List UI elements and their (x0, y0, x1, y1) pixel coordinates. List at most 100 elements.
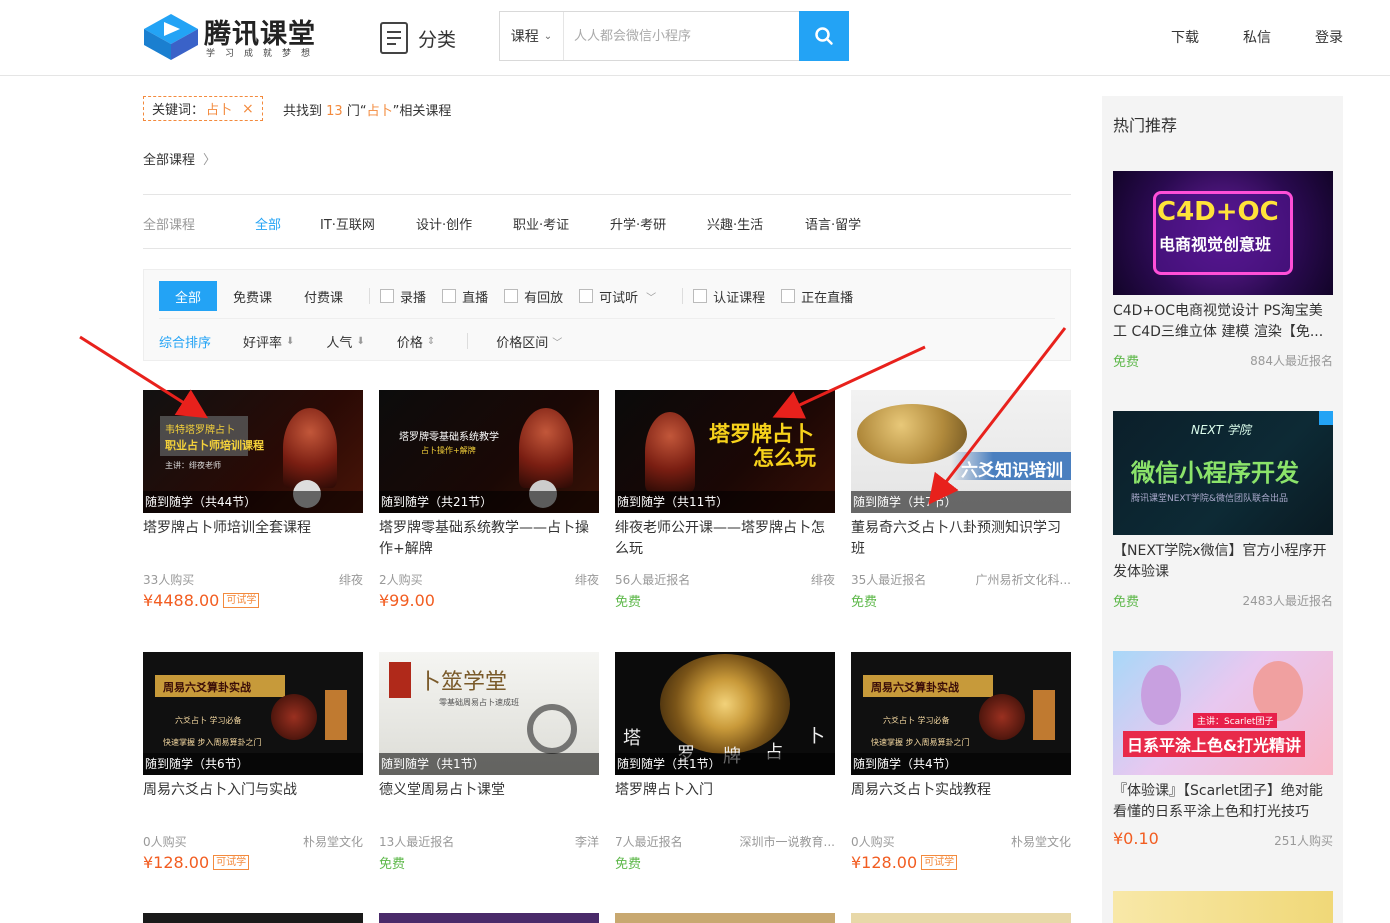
trial-badge: 可试学 (213, 855, 250, 870)
filter-free[interactable]: 免费课 (217, 281, 288, 311)
close-icon[interactable]: × (242, 101, 254, 117)
recommend-count: 884人最近报名 (1250, 354, 1333, 368)
checkbox-label: 正在直播 (801, 290, 854, 306)
trial-badge: 可试学 (223, 593, 260, 608)
course-buyers: 7人最近报名 (615, 835, 683, 849)
recommend-title[interactable]: C4D+OC电商视觉设计 PS淘宝美工 C4D三维立体 建模 渲染【免... (1113, 301, 1333, 343)
course-author[interactable]: 朴易堂文化 (303, 833, 363, 850)
nav-login[interactable]: 登录 (1315, 27, 1343, 47)
course-title[interactable]: 塔罗牌零基础系统教学——占卜操作+解牌 (379, 518, 599, 560)
course-title[interactable]: 塔罗牌占卜师培训全套课程 (143, 518, 363, 560)
price-value: ¥128.00 (143, 853, 210, 872)
breadcrumb-all-courses: 全部课程 (143, 153, 196, 168)
course-meta: 56人最近报名 绯夜 (615, 571, 835, 588)
tab-language[interactable]: 语言·留学 (805, 214, 861, 233)
search-input[interactable] (564, 12, 799, 60)
course-author[interactable]: 李洋 (575, 833, 599, 850)
sort-rating[interactable]: 好评率 ⬇ (243, 332, 294, 351)
tab-career[interactable]: 职业·考证 (513, 214, 610, 233)
tab-exam[interactable]: 升学·考研 (610, 214, 707, 233)
course-card[interactable]: 塔罗牌占卜 怎么玩 随到随学（共11节） 绯夜老师公开课——塔罗牌占卜怎么玩 5… (615, 390, 835, 620)
thumbnail-text: 怎么玩 (753, 446, 816, 470)
course-author[interactable]: 广州易祈文化科... (976, 571, 1071, 588)
course-card[interactable]: 周易六爻算卦实战 六爻占卜 学习必备 快速掌握 步入周易算卦之门 随到随学（共4… (851, 652, 1071, 882)
sort-price[interactable]: 价格 ⇕ (397, 332, 435, 351)
search-button[interactable] (799, 11, 849, 61)
course-card[interactable]: 卜筮学堂 零基础周易占卜速成班 随到随学（共1节） 德义堂周易占卜课堂 13人最… (379, 652, 599, 882)
course-author[interactable]: 绯夜 (811, 571, 835, 588)
sort-label: 价格区间 (496, 335, 549, 351)
separator (467, 333, 469, 349)
checkbox-replay[interactable]: 有回放 (504, 287, 563, 306)
thumbnail-text: 零基础周易占卜速成班 (439, 698, 519, 707)
course-card[interactable]: 韦特塔罗牌占卜 职业占卜师培训课程 主讲：绯夜老师 随到随学（共44节） 塔罗牌… (143, 390, 363, 620)
course-title[interactable]: 绯夜老师公开课——塔罗牌占卜怎么玩 (615, 518, 835, 560)
recommend-thumbnail-partial[interactable] (1113, 891, 1333, 923)
course-thumbnail-partial[interactable] (615, 913, 835, 923)
course-author[interactable]: 绯夜 (339, 571, 363, 588)
checkbox-live-now[interactable]: 正在直播 (781, 287, 853, 306)
course-card[interactable]: 塔罗牌零基础系统教学 占卜操作+解牌 随到随学（共21节） 塔罗牌零基础系统教学… (379, 390, 599, 620)
course-card[interactable]: 周易六爻算卦实战 六爻占卜 学习必备 快速掌握 步入周易算卦之门 随到随学（共6… (143, 652, 363, 882)
thumbnail-text: 快速掌握 步入周易算卦之门 (163, 738, 262, 747)
course-thumbnail: 周易六爻算卦实战 六爻占卜 学习必备 快速掌握 步入周易算卦之门 随到随学（共6… (143, 652, 363, 775)
course-card[interactable]: 六爻知识培训 随到随学（共7节） 董易奇六爻占卜八卦预测知识学习班 35人最近报… (851, 390, 1071, 620)
course-badge: 随到随学（共7节） (851, 491, 1071, 513)
chevron-right-icon: 〉 (203, 153, 217, 168)
course-thumbnail-partial[interactable] (143, 913, 363, 923)
course-title[interactable]: 周易六爻占卜入门与实战 (143, 780, 363, 822)
recommend-title[interactable]: 【NEXT学院x微信】官方小程序开发体验课 (1113, 541, 1333, 583)
course-buyers: 33人购买 (143, 573, 195, 587)
checkbox-certified[interactable]: 认证课程 (693, 287, 765, 306)
checkbox-trial[interactable]: 可试听 ﹀ (579, 287, 656, 306)
course-badge: 随到随学（共1节） (615, 753, 835, 775)
course-title[interactable]: 周易六爻占卜实战教程 (851, 780, 1071, 822)
checkbox-recorded[interactable]: 录播 (380, 287, 426, 306)
course-meta: 0人购买 朴易堂文化 (851, 833, 1071, 850)
course-buyers: 0人购买 (143, 835, 187, 849)
course-card[interactable]: 塔 罗 牌 占 卜 随到随学（共1节） 塔罗牌占卜入门 7人最近报名 深圳市一说教… (615, 652, 835, 882)
recommend-title[interactable]: 『体验课』【Scarlet团子】绝对能看懂的日系平涂上色和打光技巧 (1113, 781, 1333, 823)
course-author[interactable]: 绯夜 (575, 571, 599, 588)
course-title[interactable]: 塔罗牌占卜入门 (615, 780, 835, 822)
sort-popularity[interactable]: 人气 ⬇ (326, 332, 364, 351)
recommend-thumbnail: C4D+OC 电商视觉创意班 (1113, 171, 1333, 295)
course-meta: 7人最近报名 深圳市一说教育... (615, 833, 835, 850)
price-value: ¥99.00 (379, 591, 435, 610)
checkbox-live[interactable]: 直播 (442, 287, 488, 306)
chevron-down-icon: ⌄ (543, 30, 553, 42)
course-title[interactable]: 德义堂周易占卜课堂 (379, 780, 599, 822)
course-author[interactable]: 深圳市一说教育... (740, 833, 835, 850)
course-meta: 33人购买 绯夜 (143, 571, 363, 588)
sort-price-range[interactable]: 价格区间 ﹀ (496, 332, 562, 351)
tab-it-internet[interactable]: IT·互联网 (320, 214, 416, 233)
nav-messages[interactable]: 私信 (1243, 27, 1271, 47)
tab-hobby[interactable]: 兴趣·生活 (707, 214, 805, 233)
price-value: 免费 (851, 595, 878, 610)
filter-paid[interactable]: 付费课 (288, 281, 359, 311)
checkbox-box (442, 289, 457, 303)
course-author[interactable]: 朴易堂文化 (1011, 833, 1071, 850)
checkbox-label: 直播 (462, 290, 489, 306)
tab-design[interactable]: 设计·创作 (416, 214, 513, 233)
search-type-select[interactable]: 课程 ⌄ (500, 12, 564, 60)
course-thumbnail-partial[interactable] (851, 913, 1071, 923)
course-title[interactable]: 董易奇六爻占卜八卦预测知识学习班 (851, 518, 1071, 560)
recommend-price: ¥0.10 (1113, 829, 1159, 848)
breadcrumb[interactable]: 全部课程 〉 (143, 149, 216, 168)
recommend-price: 免费 (1113, 355, 1140, 370)
divider (143, 194, 1071, 195)
thumbnail-text: 微信小程序开发 (1131, 459, 1299, 487)
divider (143, 248, 1071, 249)
sort-default[interactable]: 综合排序 (159, 332, 211, 351)
separator (682, 288, 684, 304)
tab-all[interactable]: 全部 (255, 214, 320, 233)
list-icon (380, 22, 408, 54)
nav-download[interactable]: 下载 (1171, 27, 1199, 47)
category-menu[interactable]: 分类 (380, 20, 456, 56)
course-thumbnail-partial[interactable] (379, 913, 599, 923)
tencent-classroom-logo[interactable]: 腾讯课堂 学习成就梦想 (142, 10, 332, 64)
thumbnail-text: 卜筮学堂 (419, 670, 508, 695)
checkbox-label: 可试听 (599, 290, 639, 306)
filter-all[interactable]: 全部 (159, 281, 218, 311)
